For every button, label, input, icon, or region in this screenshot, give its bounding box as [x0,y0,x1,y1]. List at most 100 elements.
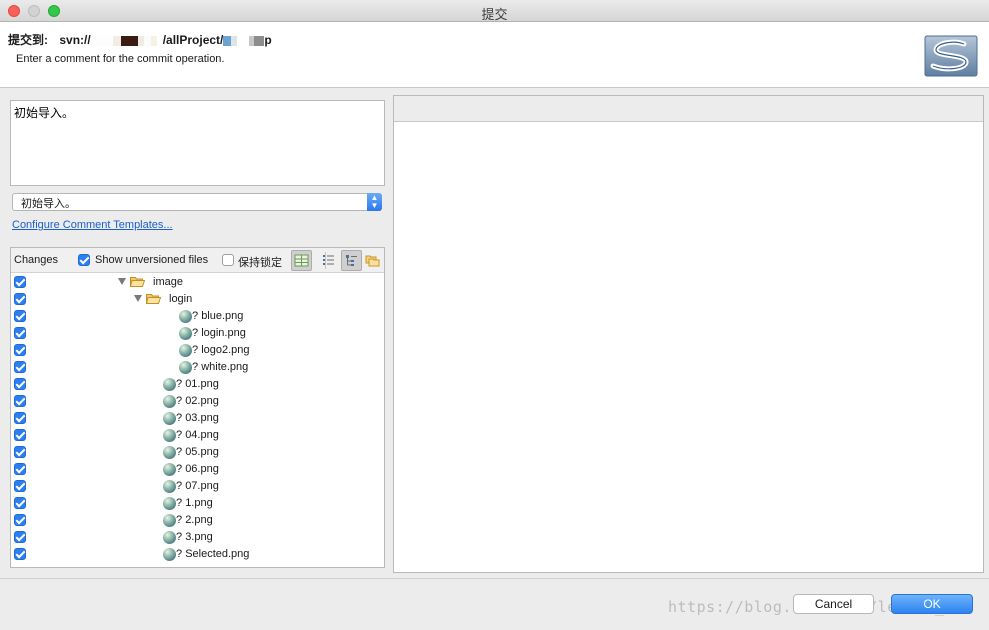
tree-row[interactable]: ? 05.png [11,444,384,461]
row-checkbox[interactable] [14,310,26,322]
row-checkbox[interactable] [14,548,26,560]
row-checkbox[interactable] [14,446,26,458]
tree-row[interactable]: ? blue.png [11,308,384,325]
tree-row-label: ? 05.png [176,446,219,458]
unversioned-file-icon [179,327,192,340]
tree-row-label: ? Selected.png [176,548,249,560]
file-name: 06.png [185,463,219,475]
tree-row[interactable]: ? 07.png [11,478,384,495]
unversioned-file-icon [163,480,176,493]
svn-status-marker: ? [176,548,183,560]
configure-comment-templates-link[interactable]: Configure Comment Templates... [12,219,173,231]
file-name: login [169,293,193,305]
row-checkbox[interactable] [14,276,26,288]
unversioned-file-icon [163,548,176,561]
cancel-button[interactable]: Cancel [793,594,874,614]
tree-row[interactable]: ? login.png [11,325,384,342]
tree-row[interactable]: image [11,274,384,291]
row-checkbox[interactable] [14,480,26,492]
row-checkbox[interactable] [14,344,26,356]
tree-row-label: ? 04.png [176,429,219,441]
keep-locks-label: 保持锁定 [238,257,282,269]
changes-tree[interactable]: image login? blue.png ? login.png ? logo2.p… [11,274,384,563]
ok-button[interactable]: OK [891,594,973,614]
unversioned-file-icon [179,310,192,323]
row-checkbox[interactable] [14,531,26,543]
redacted-segment [112,35,121,46]
redacted-segment [120,35,138,46]
tree-row[interactable]: ? 2.png [11,512,384,529]
tree-row[interactable]: ? 01.png [11,376,384,393]
file-name: 02.png [185,395,219,407]
tree-row-label: login [169,293,192,305]
title-bar: 提交 [0,0,989,22]
file-name: 3.png [185,531,213,543]
file-name: white.png [201,361,249,373]
tree-row-label: ? white.png [192,361,248,373]
tree-row-label: ? blue.png [192,310,243,322]
row-checkbox[interactable] [14,463,26,475]
svn-status-marker: ? [176,412,183,424]
compressed-folders-button[interactable] [363,250,384,271]
redacted-segment [254,35,265,46]
footer-divider [0,578,989,579]
row-checkbox[interactable] [14,514,26,526]
expand-triangle-icon[interactable] [118,278,126,285]
svn-status-marker: ? [176,480,183,492]
tree-row[interactable]: ? white.png [11,359,384,376]
row-checkbox[interactable] [14,361,26,373]
row-checkbox[interactable] [14,378,26,390]
previous-comments-select[interactable]: 初始导入。 ▲ ▼ [12,193,382,211]
table-view-icon [294,254,309,267]
svn-status-marker: ? [176,395,183,407]
tree-row[interactable]: ? logo2.png [11,342,384,359]
tree-row[interactable]: ? 06.png [11,461,384,478]
commit-comment-input[interactable]: 初始导入。 [10,100,385,186]
row-checkbox[interactable] [14,293,26,305]
tree-list-icon [346,255,357,266]
row-checkbox[interactable] [14,395,26,407]
show-unversioned-label: Show unversioned files [95,254,209,266]
redacted-segment [223,35,232,46]
tree-row[interactable]: ? 04.png [11,427,384,444]
row-checkbox[interactable] [14,412,26,424]
file-name: 04.png [185,429,219,441]
flat-mode-button[interactable] [319,250,340,271]
svn-status-marker: ? [192,310,199,322]
tree-row[interactable]: login [11,291,384,308]
tree-row-label: ? logo2.png [192,344,250,356]
expand-triangle-icon[interactable] [134,295,142,302]
file-name: Selected.png [185,548,250,560]
tree-row[interactable]: ? 02.png [11,393,384,410]
tree-row[interactable]: ? 1.png [11,495,384,512]
unversioned-file-icon [179,344,192,357]
tree-row[interactable]: ? Selected.png [11,546,384,563]
tree-row-label: ? 2.png [176,514,213,526]
unversioned-file-icon [163,514,176,527]
commit-target: 提交到: svn:// /allProject/p [8,31,272,48]
folder-open-icon [130,277,145,287]
row-checkbox[interactable] [14,429,26,441]
svn-status-marker: ? [176,514,183,526]
keep-locks-checkbox[interactable] [222,254,234,266]
tree-row-label: image [153,276,183,288]
row-checkbox[interactable] [14,497,26,509]
commit-to-label: 提交到: [8,33,48,47]
tree-mode-button[interactable] [341,250,362,271]
compare-view-button[interactable] [291,250,312,271]
compare-pane-header [394,96,983,122]
tree-row[interactable]: ? 3.png [11,529,384,546]
svn-status-marker: ? [176,497,183,509]
unversioned-file-icon [163,531,176,544]
tree-row[interactable]: ? 03.png [11,410,384,427]
changes-label: Changes [14,254,59,266]
url-middle: /allProject/ [162,33,224,47]
chevron-up-down-icon[interactable]: ▲ ▼ [367,193,382,211]
tree-row-label: ? 3.png [176,531,213,543]
file-name: 05.png [185,446,219,458]
show-unversioned-checkbox[interactable] [78,254,90,266]
dialog-header: 提交到: svn:// /allProject/p Enter a comment… [0,22,989,88]
redacted-segment [143,35,151,46]
tree-row-label: ? 02.png [176,395,219,407]
row-checkbox[interactable] [14,327,26,339]
